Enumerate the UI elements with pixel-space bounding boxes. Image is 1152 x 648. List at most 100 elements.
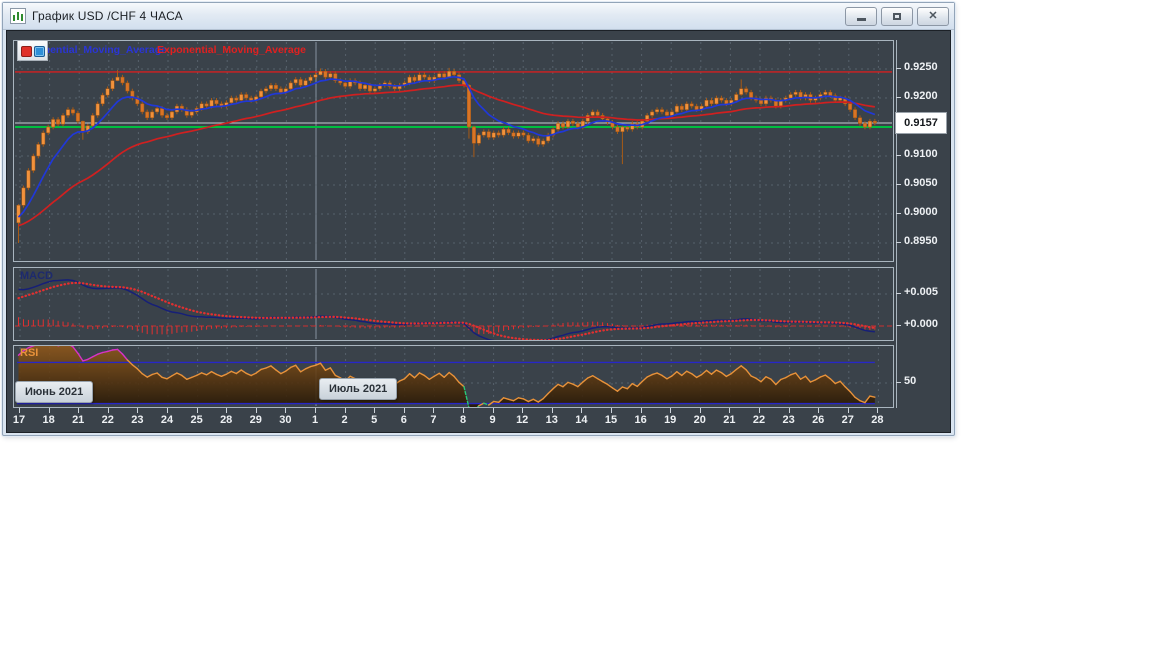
time-axis-tick xyxy=(137,408,138,413)
x-axis-label: 24 xyxy=(152,414,182,426)
time-axis-tick xyxy=(552,408,553,413)
chart-client-area: Exponential_Moving_Average Exponential_M… xyxy=(6,30,951,433)
price-axis-label: 0.9000 xyxy=(904,206,951,218)
x-axis-label: 21 xyxy=(714,414,744,426)
time-axis-tick xyxy=(167,408,168,413)
time-axis-tick xyxy=(581,408,582,413)
blue-square-button[interactable] xyxy=(34,46,45,57)
time-axis-tick xyxy=(226,408,227,413)
time-axis-tick xyxy=(611,408,612,413)
window-controls: ✕ xyxy=(845,7,949,26)
x-axis-label: 17 xyxy=(6,414,34,426)
time-axis-tick xyxy=(345,408,346,413)
x-axis-label: 29 xyxy=(241,414,271,426)
rsi-panel xyxy=(13,345,894,408)
time-axis-tick xyxy=(818,408,819,413)
price-axis-label: 0.9050 xyxy=(904,177,951,189)
time-axis-tick xyxy=(256,408,257,413)
restore-icon xyxy=(893,13,901,20)
x-axis-label: 19 xyxy=(655,414,685,426)
time-axis-tick xyxy=(463,408,464,413)
price-axis-label: 0.8950 xyxy=(904,235,951,247)
price-axis-tick xyxy=(896,184,901,185)
time-axis-tick xyxy=(19,408,20,413)
time-axis-tick xyxy=(404,408,405,413)
price-axis-tick xyxy=(896,213,901,214)
x-axis-label: 23 xyxy=(122,414,152,426)
x-axis-label: 27 xyxy=(833,414,863,426)
time-axis-tick xyxy=(374,408,375,413)
window-title: График USD /CHF 4 ЧАСА xyxy=(32,9,183,23)
price-axis-label: 0.9100 xyxy=(904,148,951,160)
x-axis-label: 22 xyxy=(744,414,774,426)
time-axis-tick xyxy=(641,408,642,413)
macd-indicator-label: MACD xyxy=(20,270,53,282)
time-axis-tick xyxy=(433,408,434,413)
price-axis-tick xyxy=(896,242,901,243)
x-axis-label: 2 xyxy=(330,414,360,426)
price-axis-tick xyxy=(896,155,901,156)
close-icon: ✕ xyxy=(928,11,937,22)
price-panel xyxy=(13,40,894,262)
x-axis-label: 30 xyxy=(270,414,300,426)
x-axis-label: 1 xyxy=(300,414,330,426)
time-axis-tick xyxy=(197,408,198,413)
x-axis-label: 15 xyxy=(596,414,626,426)
x-axis-label: 26 xyxy=(803,414,833,426)
price-axis-line xyxy=(896,40,897,408)
month-marker-july: Июль 2021 xyxy=(319,378,397,400)
time-axis-tick xyxy=(285,408,286,413)
x-axis-label: 13 xyxy=(537,414,567,426)
x-axis-label: 14 xyxy=(566,414,596,426)
x-axis-label: 28 xyxy=(862,414,892,426)
price-axis-tick xyxy=(896,68,901,69)
chart-window: График USD /CHF 4 ЧАСА ✕ Exponential_Mov… xyxy=(2,2,955,436)
restore-button[interactable] xyxy=(881,7,913,26)
window-titlebar[interactable]: График USD /CHF 4 ЧАСА ✕ xyxy=(3,3,954,30)
time-axis-tick xyxy=(729,408,730,413)
time-axis-tick xyxy=(78,408,79,413)
macd-axis-tick xyxy=(896,325,901,326)
legend-ema-slow: Exponential_Moving_Average xyxy=(157,44,306,56)
red-square-button[interactable] xyxy=(21,46,32,57)
x-axis-label: 6 xyxy=(389,414,419,426)
time-axis-tick xyxy=(315,408,316,413)
rsi-canvas[interactable] xyxy=(14,346,893,407)
x-axis-label: 7 xyxy=(418,414,448,426)
time-axis-tick xyxy=(49,408,50,413)
chart-mini-toolbar xyxy=(17,40,48,61)
current-price-tag: 0.9157 xyxy=(895,112,947,134)
rsi-indicator-label: RSI xyxy=(20,347,38,359)
x-axis-label: 8 xyxy=(448,414,478,426)
time-axis-tick xyxy=(493,408,494,413)
minimize-button[interactable] xyxy=(845,7,877,26)
price-axis-label: 0.9200 xyxy=(904,90,951,102)
time-axis-tick xyxy=(108,408,109,413)
x-axis-label: 22 xyxy=(93,414,123,426)
macd-axis-label: +0.000 xyxy=(904,318,951,330)
macd-canvas[interactable] xyxy=(14,268,893,340)
minimize-icon xyxy=(857,18,866,21)
time-axis-tick xyxy=(522,408,523,413)
time-axis-tick xyxy=(848,408,849,413)
price-chart-canvas[interactable] xyxy=(14,41,893,261)
x-axis-label: 28 xyxy=(211,414,241,426)
macd-axis-label: +0.005 xyxy=(904,286,951,298)
x-axis-label: 16 xyxy=(626,414,656,426)
macd-panel xyxy=(13,267,894,341)
rsi-axis-label: 50 xyxy=(904,375,951,387)
time-axis-tick xyxy=(700,408,701,413)
price-axis-tick xyxy=(896,97,901,98)
time-axis-tick xyxy=(877,408,878,413)
macd-axis-tick xyxy=(896,293,901,294)
x-axis-label: 25 xyxy=(182,414,212,426)
time-axis-tick xyxy=(670,408,671,413)
x-axis-label: 20 xyxy=(685,414,715,426)
month-marker-june: Июнь 2021 xyxy=(15,381,93,403)
chart-window-icon xyxy=(10,8,26,24)
time-axis-tick xyxy=(759,408,760,413)
close-button[interactable]: ✕ xyxy=(917,7,949,26)
x-axis-label: 5 xyxy=(359,414,389,426)
desktop: График USD /CHF 4 ЧАСА ✕ Exponential_Mov… xyxy=(0,0,1152,648)
x-axis-label: 12 xyxy=(507,414,537,426)
